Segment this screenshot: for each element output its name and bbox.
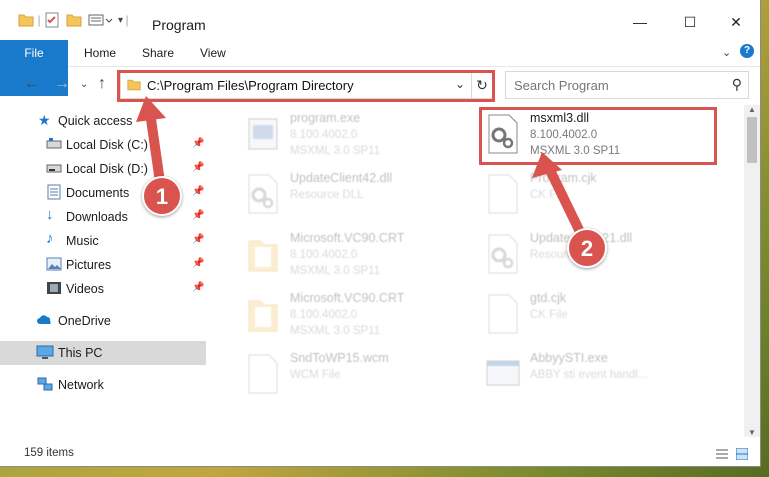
arrow-head-1 [136,96,166,122]
explorer-window: | ▾ | Program — ☐ ✕ File Home Share View… [0,0,760,466]
annotation-arrows [136,96,587,239]
arrow-shaft-2 [543,163,587,239]
arrow-shaft-1 [145,111,165,183]
step-badge-1: 1 [142,176,182,216]
step-badge-2: 2 [567,228,607,268]
